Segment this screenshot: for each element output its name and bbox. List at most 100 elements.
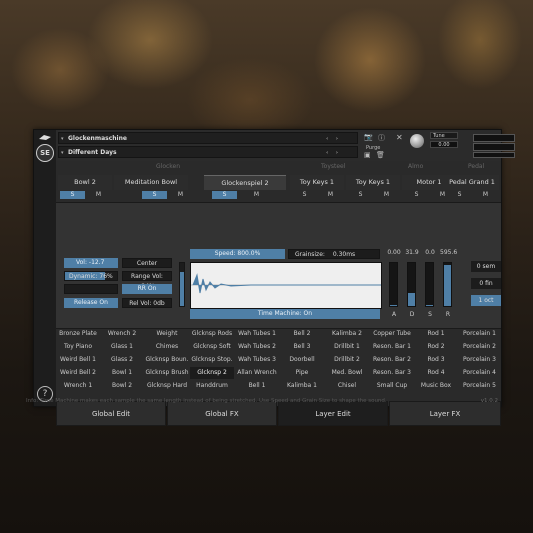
sample-slot[interactable]: Bell 1 (235, 380, 279, 392)
sample-slot[interactable]: Rod 1 (415, 328, 457, 340)
collapse-caret-icon[interactable]: ▾ (61, 133, 64, 145)
layer-name[interactable]: Toy Keys 1 (346, 175, 400, 190)
sample-slot[interactable]: Glcknsp Rods (190, 328, 234, 340)
preset-caret-icon[interactable]: ▾ (61, 147, 64, 159)
sample-slot[interactable]: Porcelain 1 (458, 328, 501, 340)
sample-slot[interactable]: Rod 4 (415, 367, 457, 379)
instrument-name-row[interactable]: ▾ Glockenmaschine ‹ › (58, 132, 358, 144)
sample-slot[interactable]: Doorbell (280, 354, 324, 366)
preset-nav-arrows-icon[interactable]: ‹ › (326, 147, 341, 159)
sample-slot[interactable]: Wrench 1 (56, 380, 100, 392)
sample-slot[interactable]: Music Box (415, 380, 457, 392)
sample-slot[interactable]: Handdrum (190, 380, 234, 392)
pan-control[interactable]: Center (122, 258, 172, 268)
tune-knob[interactable] (410, 134, 424, 148)
sample-slot[interactable]: Bell 3 (280, 341, 324, 353)
semitone-control[interactable]: 0 sem (471, 261, 501, 272)
solo-button[interactable]: S (348, 191, 373, 199)
sample-slot[interactable]: Pipe (280, 367, 324, 379)
rel-vol-control[interactable]: Rel Vol: 0db (122, 298, 172, 308)
sample-slot[interactable]: Reson. Bar 2 (370, 354, 414, 366)
attack-slider[interactable] (389, 262, 398, 307)
sample-slot[interactable]: Kalimba 1 (280, 380, 324, 392)
sample-slot[interactable]: Porcelain 2 (458, 341, 501, 353)
layer-name[interactable]: Meditation Bowl (114, 175, 188, 190)
layer-slot[interactable]: Bowl 2 S M (58, 175, 112, 201)
volume-control[interactable]: Vol: -12.7 (64, 258, 118, 268)
sample-slot[interactable]: Weird Bell 2 (56, 367, 100, 379)
sample-slot[interactable]: Small Cup (370, 380, 414, 392)
mute-button[interactable]: M (244, 191, 269, 199)
delete-icon[interactable]: 🗑 (376, 151, 385, 159)
release-toggle[interactable]: Release On (64, 298, 118, 308)
sample-slot[interactable]: Bowl 2 (100, 380, 144, 392)
sample-slot[interactable]: Toy Piano (56, 341, 100, 353)
layer-name[interactable]: Pedal Grand 1 (445, 175, 499, 190)
octave-control[interactable]: 1 oct (471, 295, 501, 306)
sample-slot[interactable]: Wah Tubes 3 (235, 354, 279, 366)
sample-slot[interactable]: Allan Wrench (235, 367, 279, 379)
sample-slot[interactable]: Weird Bell 1 (56, 354, 100, 366)
mute-button[interactable]: M (473, 191, 498, 199)
sample-slot[interactable]: Porcelain 5 (458, 380, 501, 392)
layer-slot[interactable]: Toy Keys 1 S M (290, 175, 344, 201)
solo-button[interactable]: S (447, 191, 472, 199)
sample-slot[interactable]: Bowl 1 (100, 367, 144, 379)
sample-slot[interactable]: Chisel (325, 380, 369, 392)
sample-slot[interactable]: Wah Tubes 1 (235, 328, 279, 340)
layer-name[interactable]: Glockenspiel 2 (204, 175, 286, 190)
sample-slot[interactable]: Drillbit 2 (325, 354, 369, 366)
sample-slot[interactable]: Wrench 2 (100, 328, 144, 340)
mute-button[interactable]: M (86, 191, 111, 199)
sample-slot[interactable]: Glass 1 (100, 341, 144, 353)
solo-button[interactable]: S (60, 191, 85, 199)
layer-name[interactable]: Toy Keys 1 (290, 175, 344, 190)
sample-slot[interactable]: Rod 2 (415, 341, 457, 353)
sample-slot[interactable]: Drillbit 1 (325, 341, 369, 353)
layer-slot[interactable]: Pedal Grand 1 S M (445, 175, 499, 201)
solo-button[interactable]: S (212, 191, 237, 199)
sample-slot[interactable]: Weight (145, 328, 189, 340)
layer-name[interactable]: Bowl 2 (58, 175, 112, 190)
save-icon[interactable]: ▣ (364, 151, 371, 159)
solo-button[interactable]: S (142, 191, 167, 199)
sample-slot[interactable]: Wah Tubes 2 (235, 341, 279, 353)
instrument-nav-arrows-icon[interactable]: ‹ › (326, 133, 341, 145)
solo-button[interactable]: S (292, 191, 317, 199)
sample-slot[interactable]: Glcknsp Boun. (145, 354, 189, 366)
mute-button[interactable]: M (318, 191, 343, 199)
layer-slot[interactable]: Toy Keys 1 S M (346, 175, 400, 201)
camera-icon[interactable]: 📷 (364, 133, 373, 141)
sample-slot[interactable]: Glcknsp 2 (190, 367, 234, 379)
sustain-slider[interactable] (425, 262, 434, 307)
layer-level-slider[interactable] (179, 262, 185, 307)
mute-button[interactable]: M (168, 191, 193, 199)
time-machine-toggle[interactable]: Time Machine: On (190, 309, 380, 319)
mute-button[interactable]: M (374, 191, 399, 199)
grainsize-control[interactable]: Grainsize: 0.30ms (288, 249, 380, 259)
info-icon[interactable]: ⓘ (378, 133, 385, 143)
sample-slot[interactable]: Reson. Bar 1 (370, 341, 414, 353)
layer-slot[interactable]: Meditation Bowl S M (114, 175, 188, 201)
sample-slot[interactable]: Chimes (145, 341, 189, 353)
rr-toggle[interactable]: RR On (122, 284, 172, 294)
sample-slot[interactable]: Reson. Bar 3 (370, 367, 414, 379)
sample-slot[interactable]: Med. Bowl (325, 367, 369, 379)
speed-control[interactable]: Speed: 800.0% (190, 249, 285, 259)
se-badge[interactable]: SE (36, 144, 54, 162)
sample-slot[interactable]: Rod 3 (415, 354, 457, 366)
release-slider[interactable] (443, 262, 452, 307)
sample-slot[interactable]: Glcknsp Brush (145, 367, 189, 379)
sample-slot[interactable]: Kalimba 2 (325, 328, 369, 340)
close-icon[interactable]: ✕ (396, 133, 403, 142)
preset-row[interactable]: ▾ Different Days ‹ › (58, 146, 358, 158)
sample-slot[interactable]: Glcknsp Stop. (190, 354, 234, 366)
sample-slot[interactable]: Bronze Plate (56, 328, 100, 340)
sample-slot[interactable]: Glcknsp Hard (145, 380, 189, 392)
decay-slider[interactable] (407, 262, 416, 307)
sample-slot[interactable]: Porcelain 4 (458, 367, 501, 379)
layer-slot-active[interactable]: Glockenspiel 2 S M (204, 175, 286, 201)
solo-button[interactable]: S (404, 191, 429, 199)
sample-slot[interactable]: Glass 2 (100, 354, 144, 366)
range-vol-control[interactable]: Range Vol: -24% (122, 271, 172, 290)
